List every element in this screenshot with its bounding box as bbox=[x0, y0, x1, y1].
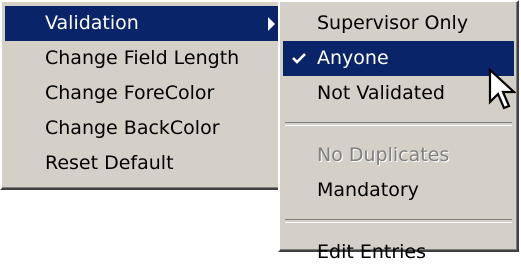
menu-item-reset-default[interactable]: Reset Default bbox=[5, 146, 289, 181]
menu-item-change-forecolor[interactable]: Change ForeColor bbox=[5, 76, 289, 111]
context-menu: Validation Change Field Length Change Fo… bbox=[0, 0, 294, 190]
menu-item-label: Edit Entries bbox=[317, 241, 427, 263]
menu-item-label: Change Field Length bbox=[45, 47, 240, 69]
mouse-pointer-icon bbox=[488, 68, 516, 110]
menu-item-label: Supervisor Only bbox=[317, 12, 469, 34]
submenu-item-no-duplicates: No Duplicates bbox=[283, 138, 514, 173]
menu-item-validation[interactable]: Validation bbox=[5, 6, 289, 41]
menu-item-change-field-length[interactable]: Change Field Length bbox=[5, 41, 289, 76]
menu-item-label: No Duplicates bbox=[317, 144, 450, 166]
menu-separator bbox=[285, 122, 512, 126]
submenu-item-not-validated[interactable]: Not Validated bbox=[283, 76, 514, 111]
menu-item-change-backcolor[interactable]: Change BackColor bbox=[5, 111, 289, 146]
menu-item-label: Validation bbox=[45, 12, 139, 34]
submenu-item-edit-entries[interactable]: Edit Entries bbox=[283, 235, 514, 270]
validation-submenu: Supervisor Only Anyone Not Validated No … bbox=[278, 0, 519, 263]
submenu-arrow-icon bbox=[268, 16, 275, 31]
menu-item-label: Anyone bbox=[317, 47, 389, 69]
submenu-item-supervisor-only[interactable]: Supervisor Only bbox=[283, 6, 514, 41]
menu-item-label: Change ForeColor bbox=[45, 82, 215, 104]
menu-item-label: Mandatory bbox=[317, 179, 419, 201]
submenu-item-anyone[interactable]: Anyone bbox=[283, 41, 514, 76]
menu-separator bbox=[285, 219, 512, 223]
menu-item-label: Reset Default bbox=[45, 152, 174, 174]
menu-item-label: Change BackColor bbox=[45, 117, 220, 139]
menu-item-label: Not Validated bbox=[317, 82, 445, 104]
checkmark-icon bbox=[292, 41, 310, 76]
submenu-item-mandatory[interactable]: Mandatory bbox=[283, 173, 514, 208]
